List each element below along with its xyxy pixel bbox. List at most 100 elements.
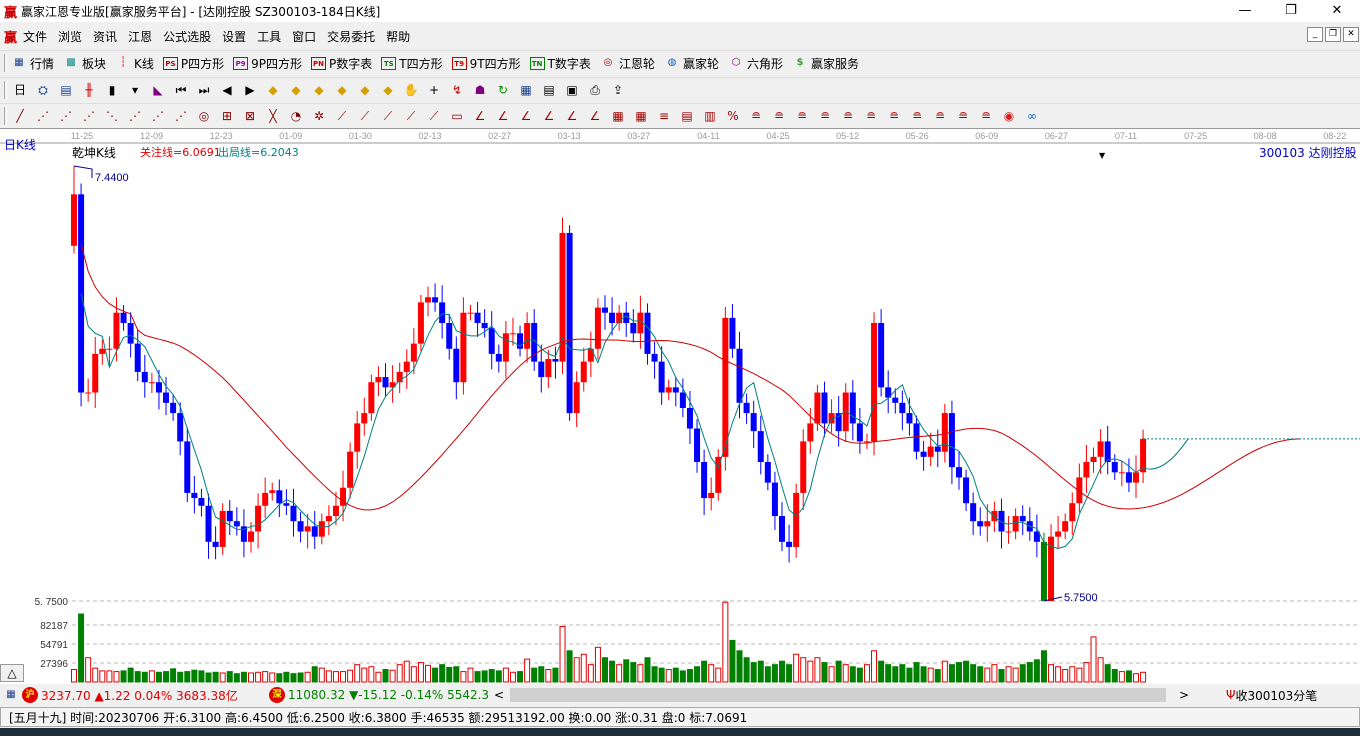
export-icon[interactable]: ⇪ xyxy=(609,81,627,99)
angle-4-icon[interactable]: ∠ xyxy=(540,107,558,125)
wheel-icon[interactable]: ✲ xyxy=(310,107,328,125)
level-1-icon[interactable]: ≘ xyxy=(747,107,765,125)
angle-3-icon[interactable]: ∠ xyxy=(517,107,535,125)
toolbar-button-p9[interactable]: P9 9P四方形 xyxy=(233,55,302,72)
infinity-icon[interactable]: ∞ xyxy=(1023,107,1041,125)
refresh-icon[interactable]: ↻ xyxy=(494,81,512,99)
menu-5[interactable]: 设置 xyxy=(222,28,246,45)
level-6-icon[interactable]: ≘ xyxy=(862,107,880,125)
gann-ray-4-icon[interactable]: ⟋ xyxy=(402,107,420,125)
toolbar-button-candlestick[interactable]: ┆ K线 xyxy=(115,55,154,72)
diamond-left-icon[interactable]: ◆ xyxy=(287,81,305,99)
single-bar-icon[interactable]: ▮ xyxy=(103,81,121,99)
toolbar-button-t9[interactable]: T9 9T四方形 xyxy=(451,55,521,72)
formula-icon[interactable]: ⛭ xyxy=(34,81,52,99)
stock-label[interactable]: 300103 达刚控股 xyxy=(1259,144,1357,161)
toolbar-button-winner-wheel[interactable]: ◍ 赢家轮 xyxy=(664,55,719,72)
menu-6[interactable]: 工具 xyxy=(257,28,281,45)
ticker-scrollbar[interactable] xyxy=(510,688,1166,702)
toolbar-button-tn[interactable]: TN T数字表 xyxy=(529,55,591,72)
mdi-restore-button[interactable]: ❐ xyxy=(1325,27,1341,42)
minimize-button[interactable]: — xyxy=(1222,0,1268,22)
gann-fan-7-icon[interactable]: ⋰ xyxy=(172,107,190,125)
gann-grid-icon[interactable]: ⊠ xyxy=(241,107,259,125)
collapse-pane-button[interactable]: △ xyxy=(0,664,24,682)
level-7-icon[interactable]: ≘ xyxy=(885,107,903,125)
fibonacci-icon[interactable]: ▥ xyxy=(701,107,719,125)
scroll-right-button[interactable]: > xyxy=(1166,688,1202,702)
hand-icon[interactable]: ✋ xyxy=(402,81,420,99)
angle-2-icon[interactable]: ∠ xyxy=(494,107,512,125)
trend-icon[interactable]: ↯ xyxy=(448,81,466,99)
gann-ray-2-icon[interactable]: ⟋ xyxy=(356,107,374,125)
quote-table-icon[interactable]: ▦ xyxy=(3,687,19,703)
maximize-button[interactable]: ❐ xyxy=(1268,0,1314,22)
level-8-icon[interactable]: ≘ xyxy=(908,107,926,125)
toolbar-button-dollar[interactable]: $ 赢家服务 xyxy=(792,55,860,72)
mask-icon[interactable]: ☗ xyxy=(471,81,489,99)
left-icon[interactable]: ◀ xyxy=(218,81,236,99)
gann-line-icon[interactable]: ╳ xyxy=(264,107,282,125)
diamond-plus-icon[interactable]: ◆ xyxy=(379,81,397,99)
diamond-down-icon[interactable]: ◆ xyxy=(333,81,351,99)
line-tool-icon[interactable]: ╱ xyxy=(11,107,29,125)
toolbar-button-grid-table[interactable]: ▦ 行情 xyxy=(11,55,54,72)
gann-fan-5-icon[interactable]: ⋰ xyxy=(126,107,144,125)
candles-icon[interactable]: ╫ xyxy=(80,81,98,99)
mdi-close-button[interactable]: ✕ xyxy=(1343,27,1359,42)
color-icon[interactable]: ◣ xyxy=(149,81,167,99)
circle-grid-icon[interactable]: ◎ xyxy=(195,107,213,125)
level-9-icon[interactable]: ≘ xyxy=(931,107,949,125)
menu-8[interactable]: 交易委托 xyxy=(327,28,375,45)
close-button[interactable]: ✕ xyxy=(1314,0,1360,22)
toolbar-button-pn[interactable]: PN P数字表 xyxy=(311,55,372,72)
indicator-dropdown-icon[interactable]: ▾ xyxy=(126,81,144,99)
last-icon[interactable]: ⏭ xyxy=(195,81,213,99)
gann-ray-3-icon[interactable]: ⟋ xyxy=(379,107,397,125)
calendar-icon[interactable]: ▦ xyxy=(517,81,535,99)
parallel-icon[interactable]: ≡ xyxy=(655,107,673,125)
diamond-right-icon[interactable]: ◆ xyxy=(310,81,328,99)
toolbar-button-gann-wheel[interactable]: ◎ 江恩轮 xyxy=(600,55,655,72)
toolbar-button-ps[interactable]: PS P四方形 xyxy=(162,55,224,72)
angle-5-icon[interactable]: ∠ xyxy=(563,107,581,125)
gann-box-icon[interactable]: ⊞ xyxy=(218,107,236,125)
level-10-icon[interactable]: ≘ xyxy=(954,107,972,125)
sh-index-quote[interactable]: 3237.70 ▲1.22 0.04% 3683.38亿 xyxy=(41,687,269,704)
angle-1-icon[interactable]: ∠ xyxy=(471,107,489,125)
gann-fan-1-icon[interactable]: ⋰ xyxy=(34,107,52,125)
kline-chart-panel[interactable]: 11-25 12-09 12-23 01-09 01-30 02-13 02-27 03-13… xyxy=(0,128,1360,684)
gann-ray-1-icon[interactable]: ⟋ xyxy=(333,107,351,125)
table-icon[interactable]: ▤ xyxy=(678,107,696,125)
level-5-icon[interactable]: ≘ xyxy=(839,107,857,125)
gann-fan-6-icon[interactable]: ⋰ xyxy=(149,107,167,125)
toolbar-button-ts[interactable]: TS T四方形 xyxy=(381,55,443,72)
angle-6-icon[interactable]: ∠ xyxy=(586,107,604,125)
calculator-icon[interactable]: ▤ xyxy=(540,81,558,99)
sz-index-quote[interactable]: 11080.32 ▼-15.12 -0.14% 5542.38 xyxy=(288,688,488,702)
first-icon[interactable]: ⏮ xyxy=(172,81,190,99)
menu-7[interactable]: 窗口 xyxy=(292,28,316,45)
diamond-up-icon[interactable]: ◆ xyxy=(264,81,282,99)
diamond-x-icon[interactable]: ◆ xyxy=(356,81,374,99)
gann-fan-3-icon[interactable]: ⋰ xyxy=(80,107,98,125)
menu-2[interactable]: 资讯 xyxy=(93,28,117,45)
level-2-icon[interactable]: ≘ xyxy=(770,107,788,125)
camera-icon[interactable]: ⎙ xyxy=(586,81,604,99)
cycle-icon[interactable]: ◔ xyxy=(287,107,305,125)
tick-data-label[interactable]: 收300103分笔 xyxy=(1235,687,1317,704)
scroll-left-button[interactable]: < xyxy=(488,688,510,702)
menu-9[interactable]: 帮助 xyxy=(386,28,410,45)
grid-2-icon[interactable]: ▦ xyxy=(632,107,650,125)
percent-icon[interactable]: % xyxy=(724,107,742,125)
gann-fan-4-icon[interactable]: ⋱ xyxy=(103,107,121,125)
toolbar-button-hexagon[interactable]: ⬡ 六角形 xyxy=(728,55,783,72)
toolbar-button-blocks[interactable]: ▩ 板块 xyxy=(63,55,106,72)
level-3-icon[interactable]: ≘ xyxy=(793,107,811,125)
gann-ray-5-icon[interactable]: ⟋ xyxy=(425,107,443,125)
kline-chart[interactable]: 11-25 12-09 12-23 01-09 01-30 02-13 02-27 03-13… xyxy=(0,129,1360,685)
menu-3[interactable]: 江恩 xyxy=(128,28,152,45)
grid-icon[interactable]: ▦ xyxy=(609,107,627,125)
menu-0[interactable]: 文件 xyxy=(23,28,47,45)
right-icon[interactable]: ▶ xyxy=(241,81,259,99)
